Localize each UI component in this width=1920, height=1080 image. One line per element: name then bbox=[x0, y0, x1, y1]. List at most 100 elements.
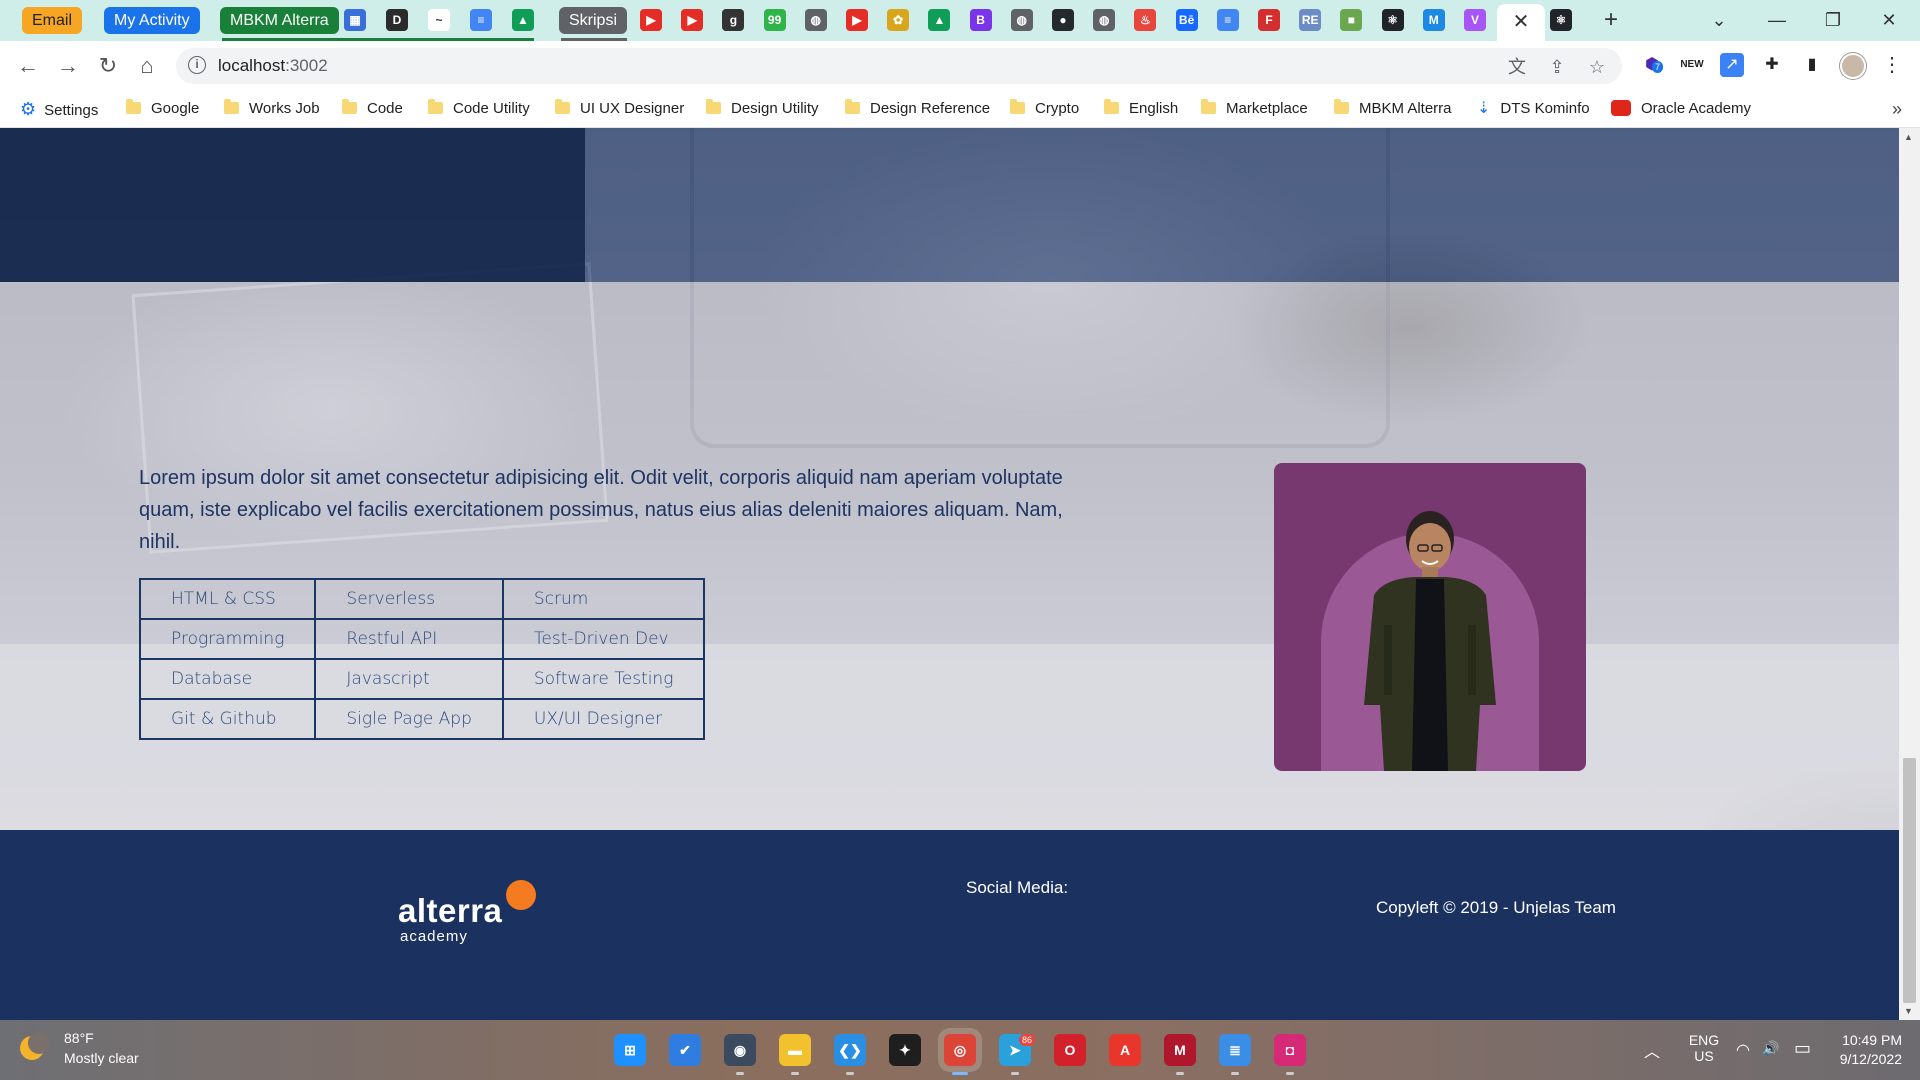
acrobat-icon[interactable]: A bbox=[1109, 1034, 1141, 1066]
tray-overflow-icon[interactable]: ︿ bbox=[1644, 1038, 1660, 1062]
chart-icon[interactable]: ~ bbox=[428, 9, 450, 31]
bookmark-code-utility[interactable]: Code Utility bbox=[428, 90, 530, 128]
crest-icon[interactable]: ✿ bbox=[887, 9, 910, 31]
instagram-icon[interactable]: ◘ bbox=[1274, 1034, 1306, 1066]
battery-icon[interactable]: ▭ bbox=[1794, 1038, 1811, 1059]
address-bar[interactable]: i localhost:3002 文 ⇪ ☆ bbox=[176, 48, 1622, 84]
reload-button[interactable]: ↻ bbox=[92, 50, 124, 82]
mui-icon[interactable]: M bbox=[1422, 9, 1445, 31]
clock[interactable]: 10:49 PM 9/12/2022 bbox=[1836, 1032, 1902, 1067]
bookmark-design-reference[interactable]: Design Reference bbox=[845, 90, 990, 128]
globe-icon[interactable]: ◍ bbox=[1093, 9, 1116, 31]
fire-icon[interactable]: ♨ bbox=[1134, 9, 1157, 31]
extension-hexagon-icon[interactable]: ⬢7 bbox=[1640, 53, 1664, 77]
bookmark-english[interactable]: English bbox=[1104, 90, 1178, 128]
alterra-logo[interactable]: alterra academy bbox=[398, 880, 538, 954]
profile-avatar[interactable] bbox=[1840, 53, 1866, 79]
dts-icon: ⇣ bbox=[1477, 100, 1491, 117]
folder-icon bbox=[126, 99, 141, 114]
home-button[interactable]: ⌂ bbox=[131, 50, 163, 82]
todo-icon[interactable]: ✔ bbox=[669, 1034, 701, 1066]
bookmark-works-job[interactable]: Works Job bbox=[224, 90, 320, 128]
back-button[interactable]: ← bbox=[12, 50, 44, 82]
scrollbar-thumb[interactable] bbox=[1903, 758, 1916, 1003]
react-icon[interactable]: ⚛ bbox=[1381, 9, 1404, 31]
globe-icon[interactable]: ◍ bbox=[1010, 9, 1033, 31]
bookmark-label: MBKM Alterra bbox=[1359, 100, 1452, 117]
tab-group-mbkm-alterra[interactable]: MBKM Alterra bbox=[220, 7, 339, 34]
windows-icon[interactable]: ⊞ bbox=[614, 1034, 646, 1066]
chrome-icon[interactable]: ◎ bbox=[944, 1034, 976, 1066]
g-icon[interactable]: g bbox=[722, 9, 745, 31]
f-icon[interactable]: F bbox=[1258, 9, 1280, 31]
drive-icon[interactable]: ▲ bbox=[928, 9, 951, 31]
bookmark-marketplace[interactable]: Marketplace bbox=[1201, 90, 1308, 128]
tab-group-my-activity[interactable]: My Activity bbox=[104, 7, 200, 34]
globe-icon[interactable]: ◍ bbox=[804, 9, 827, 31]
bookmark-code[interactable]: Code bbox=[342, 90, 403, 128]
calendar-icon[interactable]: ▦ bbox=[344, 9, 366, 31]
bookmark-star-icon[interactable]: ☆ bbox=[1586, 56, 1608, 78]
square-icon[interactable]: ■ bbox=[1340, 9, 1363, 31]
tab-search-button[interactable]: ⌄ bbox=[1696, 4, 1742, 36]
youtube-icon[interactable]: ▶ bbox=[846, 9, 868, 31]
logo-wordmark: alterra bbox=[398, 892, 503, 929]
extension-new-icon[interactable]: NEW bbox=[1680, 53, 1704, 77]
scroll-down-icon[interactable]: ▼ bbox=[1904, 1006, 1913, 1016]
behance-icon[interactable]: Bē bbox=[1175, 9, 1198, 31]
tab-group-email[interactable]: Email bbox=[22, 7, 83, 34]
vite-icon[interactable]: V bbox=[1464, 9, 1486, 31]
bookmark-crypto[interactable]: Crypto bbox=[1010, 90, 1079, 128]
notepad-icon[interactable]: ≣ bbox=[1219, 1034, 1251, 1066]
forward-button[interactable]: → bbox=[52, 50, 84, 82]
bookmarks-overflow-icon[interactable]: » bbox=[1892, 90, 1902, 128]
opera-icon[interactable]: O bbox=[1054, 1034, 1086, 1066]
bookmark-dts-kominfo[interactable]: ⇣ DTS Kominfo bbox=[1477, 90, 1590, 128]
bookmark-google[interactable]: Google bbox=[126, 90, 199, 128]
skill-cell: Database bbox=[138, 658, 317, 700]
vscode-icon[interactable]: ❮❯ bbox=[834, 1034, 866, 1066]
bookmark-design-utility[interactable]: Design Utility bbox=[706, 90, 819, 128]
extensions-puzzle-icon[interactable]: ✚ bbox=[1760, 53, 1784, 77]
telegram-badge: 86 bbox=[1019, 1034, 1036, 1046]
skill-cell: HTML & CSS bbox=[138, 578, 317, 620]
restore-button[interactable]: ❐ bbox=[1810, 4, 1856, 36]
page-scrollbar[interactable]: ▲ ▼ bbox=[1899, 128, 1920, 1020]
d-icon[interactable]: D bbox=[386, 9, 408, 31]
tab-group-skripsi[interactable]: Skripsi bbox=[559, 7, 628, 34]
extension-arrow-icon[interactable]: ↗ bbox=[1720, 53, 1744, 77]
extension-badge: 7 bbox=[1652, 61, 1664, 73]
bookmark-ui-ux-designer[interactable]: UI UX Designer bbox=[555, 90, 684, 128]
language-indicator[interactable]: ENG US bbox=[1684, 1032, 1724, 1064]
wifi-icon[interactable]: ◠ bbox=[1736, 1040, 1750, 1060]
drive-icon[interactable]: ▲ bbox=[512, 9, 534, 31]
scroll-up-icon[interactable]: ▲ bbox=[1904, 132, 1913, 142]
translate-icon[interactable]: 文 bbox=[1506, 56, 1528, 78]
youtube-icon[interactable]: ▶ bbox=[640, 9, 662, 31]
bookmark-mbkm-alterra[interactable]: MBKM Alterra bbox=[1334, 90, 1452, 128]
minimize-button[interactable]: — bbox=[1754, 4, 1800, 36]
url-text[interactable]: localhost:3002 bbox=[218, 48, 328, 84]
github-icon[interactable]: ● bbox=[1052, 9, 1074, 31]
docs-icon[interactable]: ≡ bbox=[1216, 9, 1239, 31]
window-close-button[interactable]: ✕ bbox=[1866, 4, 1912, 36]
react-icon[interactable]: ⚛ bbox=[1550, 9, 1572, 31]
share-icon[interactable]: ⇪ bbox=[1546, 56, 1568, 78]
docs-icon[interactable]: ≡ bbox=[470, 9, 492, 31]
file-explorer-icon[interactable]: ▬ bbox=[779, 1034, 811, 1066]
badge-icon[interactable]: 99 bbox=[763, 9, 786, 31]
repo-icon[interactable]: RE bbox=[1299, 9, 1322, 31]
mendeley-icon[interactable]: M bbox=[1164, 1034, 1196, 1066]
active-tab-close-icon[interactable]: ✕ bbox=[1497, 4, 1545, 41]
figma-icon[interactable]: ✦ bbox=[889, 1034, 921, 1066]
bootstrap-icon[interactable]: B bbox=[969, 9, 992, 31]
bookmark-oracle-academy[interactable]: Oracle Academy bbox=[1611, 90, 1751, 128]
menu-icon[interactable]: ⋮ bbox=[1880, 53, 1904, 77]
site-info-icon[interactable]: i bbox=[188, 56, 206, 74]
youtube-icon[interactable]: ▶ bbox=[681, 9, 704, 31]
side-panel-icon[interactable]: ▮ bbox=[1800, 53, 1824, 77]
camera-icon[interactable]: ◉ bbox=[724, 1034, 756, 1066]
new-tab-button[interactable]: + bbox=[1588, 4, 1634, 36]
volume-icon[interactable]: 🔊 bbox=[1762, 1040, 1779, 1057]
bookmark-settings[interactable]: ⚙ Settings bbox=[20, 90, 98, 128]
